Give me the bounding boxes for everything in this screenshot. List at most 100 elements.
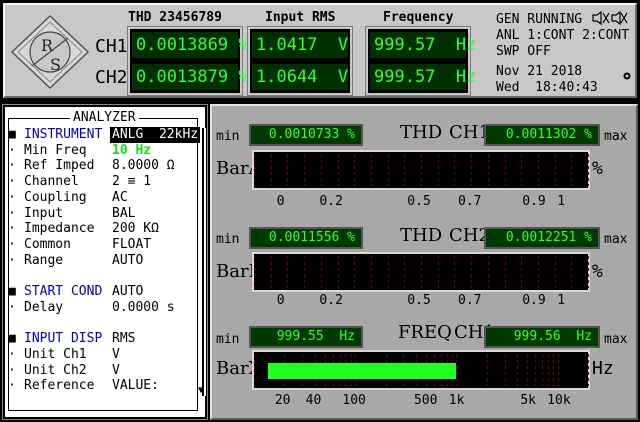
item-dot-icon: · (8, 252, 16, 268)
scale-tick-label: 0.9 (522, 293, 546, 308)
ch1-freq-value: 999.57 Hz (370, 32, 476, 58)
bar-a-scale: 0 0.2 0.5 0.7 0.9 1 (252, 194, 590, 210)
scale-tick-label: 10k (547, 393, 571, 408)
analyzer-row-value[interactable]: 8.0000 Ω (112, 158, 175, 174)
ch2-freq-value: 999.57 Hz (370, 64, 476, 90)
time-display: Wed 18:40:43 (496, 80, 598, 95)
bar-b-track (252, 252, 590, 292)
gridline (552, 354, 554, 386)
analyzer-row-value[interactable]: V (112, 363, 120, 379)
analyzer-row-unit-ch2[interactable]: · Unit Ch2 V (8, 363, 198, 379)
analyzer-row-ref-imped[interactable]: · Ref Imped 8.0000 Ω (8, 158, 198, 174)
analyzer-row-label: Reference (24, 378, 95, 394)
gridline (404, 256, 406, 288)
analyzer-row-value[interactable]: V (112, 347, 120, 363)
bar-a-unit: % (592, 158, 603, 179)
analyzer-row-label: START COND (24, 284, 103, 299)
gridline (471, 154, 473, 186)
analyzer-row-input[interactable]: · Input BAL (8, 206, 198, 222)
generator-status: GEN RUNNING (496, 12, 583, 27)
analyzer-row-value[interactable]: 0.0000 s (112, 300, 175, 316)
gridline (454, 154, 456, 186)
gridline (337, 154, 339, 186)
analyzer-scrollbar[interactable] (200, 128, 206, 396)
gridline (517, 354, 519, 386)
analyzer-row-value[interactable]: 10 Hz (112, 143, 151, 159)
gridline (254, 354, 255, 386)
scale-tick-label: 0.7 (458, 293, 482, 308)
analyzer-row-value[interactable]: 200 KΩ (112, 221, 159, 237)
scale-tick-label: 0.2 (319, 194, 343, 209)
ch2-rms-value: 1.0644 V (252, 64, 348, 90)
analyzer-row-label: Unit Ch1 (24, 346, 87, 362)
gridline (486, 354, 488, 386)
bar-a-min-value: 0.0010733 % (251, 126, 361, 144)
bar-x-max-value: 999.56 Hz (486, 328, 598, 346)
gridline (535, 354, 537, 386)
analyzer-row-common[interactable]: · Common FLOAT (8, 237, 198, 253)
bar-b-group: min 0.0011556 % THD CH2 0.0012251 % max … (212, 224, 636, 324)
gridline (571, 154, 573, 186)
gridline (547, 354, 549, 386)
gridline (304, 154, 306, 186)
gridline (337, 256, 339, 288)
analyzer-row-input-disp[interactable]: ■ INPUT DISP RMS (8, 331, 198, 347)
analyzer-row-range[interactable]: · Range AUTO (8, 253, 198, 269)
item-dot-icon: · (8, 205, 16, 221)
analyzer-row-value[interactable]: ANLG 22kHz (110, 127, 201, 143)
analyzer-row-value[interactable]: 2 ≡ 1 (112, 174, 151, 190)
analyzer-row-unit-ch1[interactable]: · Unit Ch1 V (8, 347, 198, 363)
gridline (588, 154, 589, 186)
gridline (287, 154, 289, 186)
gridline (370, 256, 372, 288)
analyzer-row-value[interactable]: AUTO (112, 284, 143, 300)
item-dot-icon: · (8, 378, 16, 394)
clock-icon (622, 66, 632, 85)
gridline (404, 154, 406, 186)
analyzer-row-instrument[interactable]: ■ INSTRUMENT ANLG 22kHz (8, 127, 201, 143)
scale-tick-label: 0 (276, 194, 285, 209)
rms-column-header: Input RMS (265, 10, 336, 25)
item-dot-icon: · (8, 142, 16, 158)
item-dot-icon: · (8, 346, 16, 362)
generator-off-icons (592, 10, 628, 29)
bar-a-max-label: max (604, 129, 628, 144)
bar-a-track (252, 150, 590, 190)
analyzer-row-value[interactable]: BAL (112, 206, 135, 222)
speaker-mute-icon (592, 10, 628, 26)
scale-tick-label: 1k (448, 393, 465, 408)
analyzer-row-channel[interactable]: · Channel 2 ≡ 1 (8, 174, 198, 190)
analyzer-row-reference[interactable]: · Reference VALUE: (8, 378, 198, 394)
ch1-thd-value: 0.0013869 % (132, 32, 249, 58)
item-dot-icon: · (8, 174, 16, 190)
scale-tick-label: 0.9 (522, 194, 546, 209)
gridline (504, 354, 506, 386)
analyzer-row-label: Range (24, 252, 64, 268)
analyzer-row-value[interactable]: FLOAT (112, 237, 151, 253)
analyzer-row-delay[interactable]: · Delay 0.0000 s (8, 300, 198, 316)
analyzer-row-coupling[interactable]: · Coupling AC (8, 190, 198, 206)
item-dot-icon: · (8, 189, 16, 205)
item-dot-icon: · (8, 158, 16, 174)
analyzer-row-impedance[interactable]: · Impedance 200 KΩ (8, 221, 198, 237)
analyzer-row-value[interactable]: AC (112, 190, 128, 206)
bar-x-min-value: 999.55 Hz (251, 328, 361, 346)
analyzer-row-label: Impedance (24, 221, 95, 237)
analyzer-row-label: Channel (24, 174, 79, 190)
scroll-down-arrow-icon[interactable]: ▼ (198, 386, 204, 396)
gridline (437, 256, 439, 288)
analyzer-row-value[interactable]: AUTO (112, 253, 143, 269)
gridline (527, 354, 529, 386)
sweep-status: SWP OFF (496, 44, 551, 59)
analyzer-row-value[interactable]: RMS (112, 331, 135, 347)
analyzer-row-value[interactable]: VALUE: (112, 378, 159, 394)
analyzer-row-start-cond[interactable]: ■ START COND AUTO (8, 284, 198, 300)
bar-b-scale: 0 0.2 0.5 0.7 0.9 1 (252, 293, 590, 309)
gridline (554, 256, 556, 288)
gridline (437, 154, 439, 186)
analyzer-row-label: Ref Imped (24, 158, 95, 174)
gridline (304, 256, 306, 288)
analyzer-row-min-freq[interactable]: · Min Freq 10 Hz (8, 143, 198, 159)
scale-tick-label: 1 (557, 293, 566, 308)
bar-b-min-value: 0.0011556 % (251, 229, 361, 247)
